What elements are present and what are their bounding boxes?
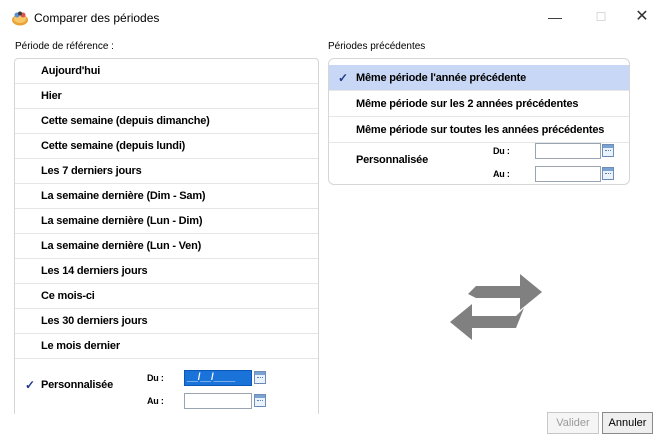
app-logo-icon: [12, 11, 28, 26]
period-item-yesterday[interactable]: Hier: [15, 84, 318, 109]
previous-from-date-input[interactable]: [535, 143, 601, 159]
previous-periods-label: Périodes précédentes: [328, 41, 426, 52]
previous-item-last-2-years[interactable]: Même période sur les 2 années précédente…: [329, 91, 629, 117]
period-item-this-week-sunday[interactable]: Cette semaine (depuis dimanche): [15, 109, 318, 134]
from-date-input[interactable]: __/__/____: [184, 370, 252, 386]
previous-to-date-input[interactable]: [535, 166, 601, 182]
calendar-icon[interactable]: [602, 167, 614, 180]
previous-item-all-years[interactable]: Même période sur toutes les années précé…: [329, 117, 629, 143]
checkmark-icon: ✓: [338, 71, 348, 85]
cancel-button[interactable]: Annuler: [602, 412, 653, 434]
to-label: Au :: [493, 169, 510, 179]
period-item-today[interactable]: Aujourd'hui: [15, 59, 318, 84]
period-item-last-30-days[interactable]: Les 30 derniers jours: [15, 309, 318, 334]
previous-periods-list: ✓ Même période l'année précédente Même p…: [328, 58, 630, 185]
previous-item-last-year[interactable]: ✓ Même période l'année précédente: [329, 65, 629, 91]
period-item-last-month[interactable]: Le mois dernier: [15, 334, 318, 359]
period-item-last-week-sun-sat[interactable]: La semaine dernière (Dim - Sam): [15, 184, 318, 209]
to-date-input[interactable]: [184, 393, 252, 409]
reference-period-list: Aujourd'hui Hier Cette semaine (depuis d…: [14, 58, 319, 414]
previous-item-label: Même période l'année précédente: [356, 72, 527, 84]
period-item-last-7-days[interactable]: Les 7 derniers jours: [15, 159, 318, 184]
period-item-last-week-mon-fri[interactable]: La semaine dernière (Lun - Ven): [15, 234, 318, 259]
checkmark-icon: ✓: [25, 378, 35, 392]
period-item-this-month[interactable]: Ce mois-ci: [15, 284, 318, 309]
period-item-custom[interactable]: ✓ Personnalisée Du : Au : __/__/____: [15, 359, 318, 414]
minimize-button[interactable]: —: [545, 8, 565, 26]
period-item-this-week-monday[interactable]: Cette semaine (depuis lundi): [15, 134, 318, 159]
custom-period-label: Personnalisée: [41, 379, 113, 391]
calendar-icon[interactable]: [602, 144, 614, 157]
title-bar: Comparer des périodes — ☐ ✕: [0, 0, 653, 30]
validate-button[interactable]: Valider: [547, 412, 599, 434]
maximize-button[interactable]: ☐: [591, 8, 611, 26]
period-item-last-week-mon-sun[interactable]: La semaine dernière (Lun - Dim): [15, 209, 318, 234]
reference-period-label: Période de référence :: [15, 41, 114, 52]
previous-item-custom[interactable]: Personnalisée Du : Au :: [329, 143, 629, 184]
swap-arrows-icon: [450, 274, 542, 340]
to-label: Au :: [147, 396, 164, 406]
custom-previous-label: Personnalisée: [356, 154, 428, 166]
period-item-last-14-days[interactable]: Les 14 derniers jours: [15, 259, 318, 284]
from-label: Du :: [493, 146, 510, 156]
calendar-icon[interactable]: [254, 371, 266, 384]
close-button[interactable]: ✕: [632, 8, 652, 26]
calendar-icon[interactable]: [254, 394, 266, 407]
from-label: Du :: [147, 373, 164, 383]
window-title: Comparer des périodes: [34, 11, 160, 25]
